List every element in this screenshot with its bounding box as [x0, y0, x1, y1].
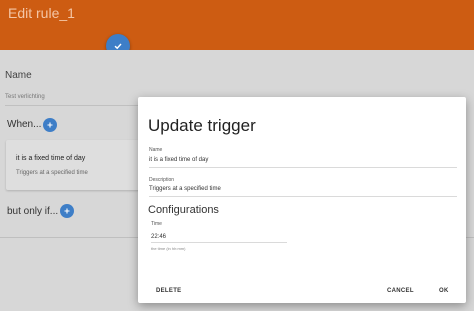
cancel-button[interactable]: CANCEL: [387, 288, 414, 294]
name-field[interactable]: it is a fixed time of day: [149, 157, 208, 163]
time-field[interactable]: 22:46: [151, 234, 166, 240]
plus-icon: [64, 208, 70, 214]
rule-name-label: Name: [5, 70, 32, 81]
trigger-card-title: it is a fixed time of day: [16, 155, 86, 162]
add-condition-button[interactable]: [60, 204, 74, 218]
add-trigger-button[interactable]: [43, 118, 57, 132]
update-trigger-dialog: Update trigger Name it is a fixed time o…: [138, 97, 466, 303]
when-section-title: When...: [7, 119, 42, 130]
but-only-if-section-title: but only if...: [7, 206, 59, 217]
time-field-label: Time: [151, 221, 162, 227]
name-field-underline: [149, 167, 457, 168]
rule-name-input[interactable]: Test verlichting: [5, 94, 45, 100]
trigger-card[interactable]: it is a fixed time of day Triggers at a …: [6, 140, 151, 190]
trigger-card-subtitle: Triggers at a specified time: [16, 170, 88, 176]
page-title: Edit rule_1: [8, 5, 75, 21]
ok-button[interactable]: OK: [439, 288, 449, 294]
plus-icon: [47, 122, 53, 128]
description-field-label: Description: [149, 177, 175, 183]
time-field-underline: [151, 242, 287, 243]
configurations-title: Configurations: [148, 204, 219, 216]
app-header: Edit rule_1: [0, 0, 474, 50]
dialog-title: Update trigger: [148, 116, 256, 135]
delete-button[interactable]: DELETE: [156, 288, 181, 294]
name-field-label: Name: [149, 147, 163, 153]
description-field-underline: [149, 196, 457, 197]
description-field[interactable]: Triggers at a specified time: [149, 186, 221, 192]
time-field-hint: the time (in hh:mm): [151, 246, 186, 251]
rule-name-underline: [5, 105, 145, 106]
